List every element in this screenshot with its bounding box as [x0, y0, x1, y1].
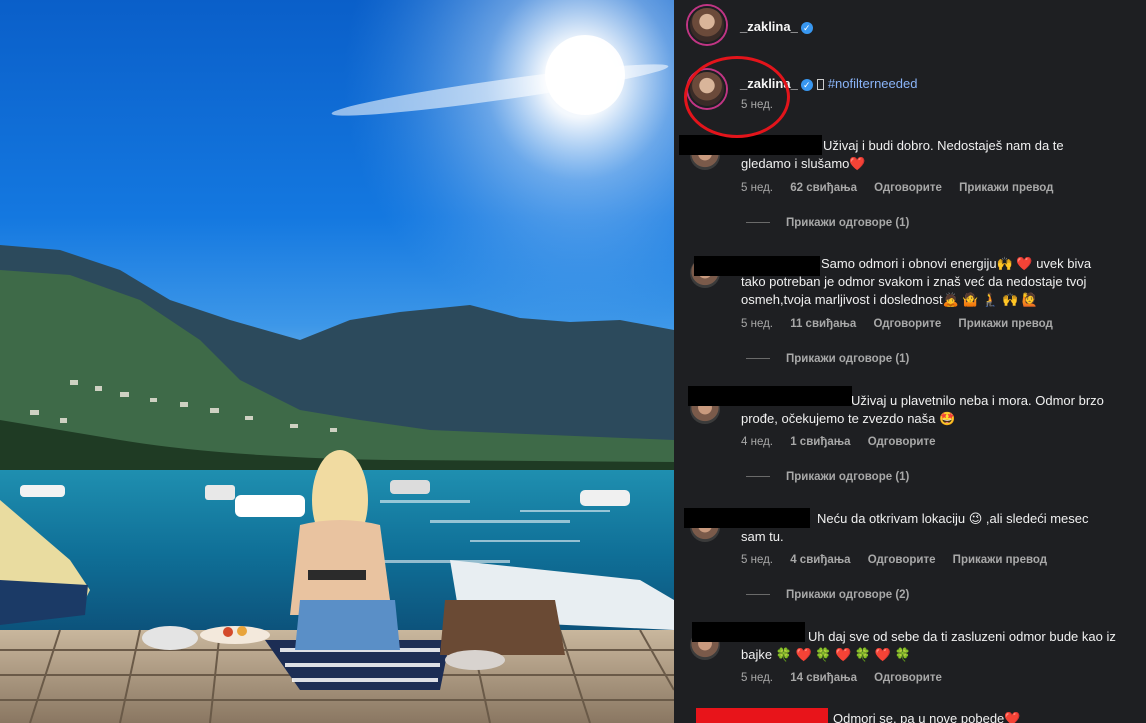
reply-button[interactable]: Одговорите: [868, 554, 936, 566]
beach-dock-scene: [0, 0, 674, 723]
caption-line: _zaklina_ ✓ #nofilterneeded: [740, 76, 917, 91]
replies-divider: [746, 358, 770, 360]
comment-age: 5 нед.: [741, 672, 773, 684]
view-replies-label[interactable]: Прикажи одговоре (1): [786, 353, 909, 365]
view-replies-label[interactable]: Прикажи одговоре (1): [786, 217, 909, 229]
reply-button[interactable]: Одговорите: [868, 436, 936, 448]
author-username[interactable]: _zaklina_: [740, 19, 798, 34]
comment-text: Odmori se, pa u nove pobede❤️: [833, 711, 1021, 723]
caption-avatar[interactable]: [688, 70, 726, 108]
comments-panel: _zaklina_ ✓ _zaklina_ ✓ #nofilterneeded 5 н…: [674, 0, 1146, 723]
caption-age: 5 нед.: [741, 99, 773, 111]
missing-glyph-icon: [816, 79, 824, 91]
view-replies-button[interactable]: Прикажи одговоре (1): [746, 353, 909, 365]
caption-hashtag[interactable]: #nofilterneeded: [828, 76, 918, 91]
comment-age: 5 нед.: [741, 318, 773, 330]
comment-text: Samo odmori i obnovi energiju🙌 ❤️ uvek b…: [741, 256, 1092, 307]
view-replies-button[interactable]: Прикажи одговоре (2): [746, 589, 909, 601]
comment-text: Uživaj i budi dobro. Nedostaješ nam da t…: [741, 138, 1064, 171]
verified-badge-icon: ✓: [800, 21, 813, 34]
comment-text: Uh daj sve od sebe da ti zasluzeni odmor…: [741, 629, 1116, 662]
caption-meta: 5 нед.: [741, 99, 787, 111]
comment-meta: 5 нед. 11 свиђања Одговорите Прикажи пре…: [741, 318, 1067, 330]
likes-count[interactable]: 14 свиђања: [790, 672, 857, 684]
likes-count[interactable]: 1 свиђања: [790, 436, 850, 448]
reply-button[interactable]: Одговорите: [874, 318, 942, 330]
translate-button[interactable]: Прикажи превод: [958, 318, 1052, 330]
comment-age: 5 нед.: [741, 554, 773, 566]
comment-meta: 4 нед. 1 свиђања Одговорите: [741, 436, 949, 448]
comment-meta: 5 нед. 14 свиђања Одговорите: [741, 672, 956, 684]
comment-text: Uživaj u plavetnilo neba i mora. Odmor b…: [741, 393, 1104, 426]
view-replies-button[interactable]: Прикажи одговоре (1): [746, 217, 909, 229]
author-avatar[interactable]: [688, 6, 726, 44]
replies-divider: [746, 222, 770, 224]
view-replies-label[interactable]: Прикажи одговоре (2): [786, 589, 909, 601]
view-replies-label[interactable]: Прикажи одговоре (1): [786, 471, 909, 483]
likes-count[interactable]: 4 свиђања: [790, 554, 850, 566]
verified-badge-icon: ✓: [800, 78, 813, 91]
likes-count[interactable]: 11 свиђања: [790, 318, 856, 330]
translate-button[interactable]: Прикажи превод: [959, 182, 1053, 194]
replies-divider: [746, 476, 770, 478]
translate-button[interactable]: Прикажи превод: [953, 554, 1047, 566]
comment-age: 4 нед.: [741, 436, 773, 448]
caption-username[interactable]: _zaklina_: [740, 76, 798, 91]
comment-meta: 5 нед. 4 свиђања Одговорите Прикажи прев…: [741, 554, 1061, 566]
comment-age: 5 нед.: [741, 182, 773, 194]
post-photo: [0, 0, 674, 723]
comment-text: Neću da otkrivam lokaciju 😉 ,ali sledeći…: [741, 511, 1089, 544]
view-replies-button[interactable]: Прикажи одговоре (1): [746, 471, 909, 483]
reply-button[interactable]: Одговорите: [874, 182, 942, 194]
author-header[interactable]: _zaklina_ ✓: [740, 19, 813, 34]
reply-button[interactable]: Одговорите: [874, 672, 942, 684]
replies-divider: [746, 594, 770, 596]
comment-meta: 5 нед. 62 свиђања Одговорите Прикажи пре…: [741, 182, 1067, 194]
likes-count[interactable]: 62 свиђања: [790, 182, 857, 194]
